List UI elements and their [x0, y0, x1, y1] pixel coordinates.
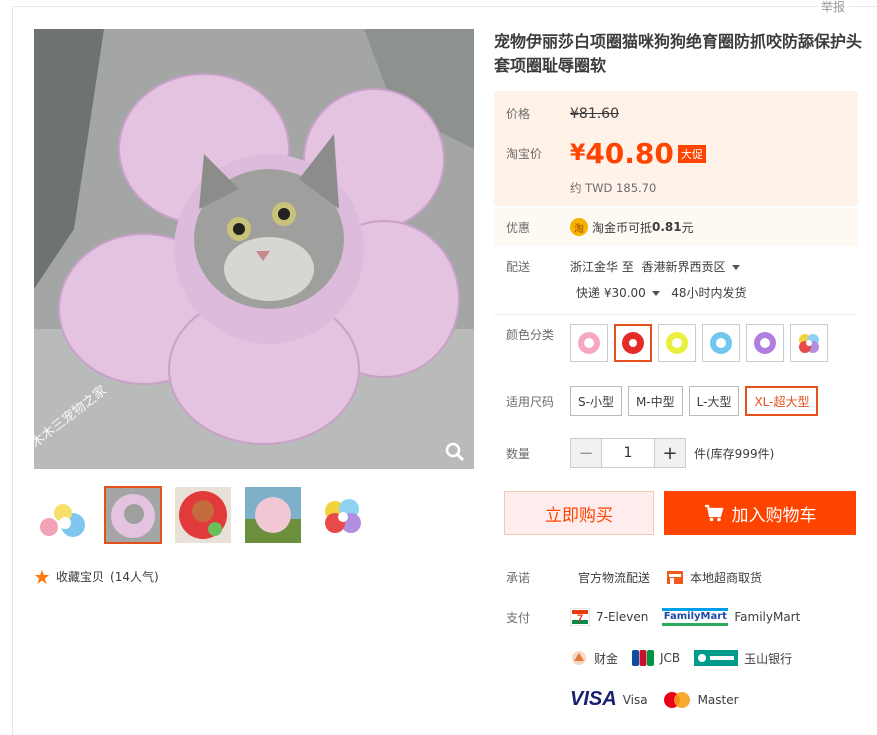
official-logistics: 官方物流配送 — [578, 570, 651, 585]
top-divider — [12, 6, 877, 7]
color-option-red[interactable] — [614, 324, 652, 362]
chevron-down-icon — [731, 265, 740, 270]
price-panel: 价格 ¥81.60 淘宝价 ¥ 40.80 大促 约 TWD 185.70 — [494, 91, 858, 206]
payment-label: 支付 — [506, 610, 531, 625]
left-divider — [12, 6, 13, 735]
payment-familymart: FamilyMart FamilyMart — [662, 608, 801, 626]
promo-badge: 大促 — [677, 144, 706, 163]
shipping-to-word: 至 — [621, 260, 634, 274]
caijin-logo — [572, 651, 586, 665]
size-row: 适用尺码 S-小型 M-中型 L-大型 XL-超大型 — [506, 386, 819, 416]
color-row: 颜色分类 — [506, 324, 828, 362]
approx-price: 约 TWD 185.70 — [570, 181, 657, 195]
jcb-logo — [632, 650, 655, 666]
cat-flower-collar-photo — [34, 29, 474, 469]
coupon-text: 淘金币可抵 — [592, 220, 653, 235]
report-link[interactable]: 举报 — [816, 0, 849, 15]
color-option-blue[interactable] — [702, 324, 740, 362]
increase-button[interactable]: + — [655, 439, 685, 467]
color-option-rainbow[interactable] — [790, 324, 828, 362]
taobao-price-label: 淘宝价 — [506, 147, 543, 161]
color-option-purple[interactable] — [746, 324, 784, 362]
current-price-row: 淘宝价 ¥ 40.80 大促 — [506, 137, 706, 170]
payment-master: Master — [662, 691, 739, 709]
coupon-row: 优惠 淘 淘金币可抵 0.81 元 — [494, 208, 858, 246]
svg-text:7: 7 — [577, 613, 583, 625]
shipping-method-row: 快递 ¥30.00 48小时内发货 — [576, 284, 747, 301]
color-label: 颜色分类 — [506, 328, 555, 342]
quantity-row: 数量 − 1 + 件(库存999件) — [506, 438, 774, 468]
promise-row: 承诺 官方物流配送 本地超商取货 — [506, 568, 778, 586]
mastercard-logo — [663, 691, 690, 708]
favorite-label: 收藏宝贝 — [56, 570, 105, 584]
zoom-icon[interactable] — [444, 441, 466, 463]
size-option-s[interactable]: S-小型 — [570, 386, 622, 416]
thumbnail-2[interactable] — [104, 486, 162, 544]
visa-logo: VISA — [570, 688, 617, 710]
taobao-coin-icon: 淘 — [570, 218, 588, 236]
main-product-image[interactable]: 木木三宠物之家 — [34, 29, 474, 469]
current-price: 40.80 — [585, 137, 674, 170]
coupon-label: 优惠 — [506, 220, 531, 235]
esun-bank-logo — [694, 650, 739, 666]
currency-symbol: ¥ — [570, 141, 586, 166]
color-option-yellow[interactable] — [658, 324, 696, 362]
thumbnail-5[interactable] — [314, 486, 372, 544]
size-options: S-小型 M-中型 L-大型 XL-超大型 — [570, 386, 819, 416]
product-title: 宠物伊丽莎白项圈猫咪狗狗绝育圈防抓咬防舔保护头套项圈耻辱圈软 — [494, 32, 863, 75]
color-swatches — [570, 324, 828, 362]
thumbnail-3[interactable] — [174, 486, 232, 544]
shipping-destination-select[interactable]: 香港新界西贡区 — [642, 258, 740, 275]
cart-icon — [704, 504, 723, 522]
payment-row-2: 财金 JCB 玉山银行 — [570, 649, 806, 667]
promise-label: 承诺 — [506, 570, 531, 585]
buy-now-button[interactable]: 立即购买 — [504, 491, 654, 535]
payment-caijin: 财金 — [570, 649, 618, 667]
quantity-stepper: − 1 + — [570, 438, 686, 468]
thumbnail-4[interactable] — [244, 486, 302, 544]
size-label: 适用尺码 — [506, 394, 555, 409]
add-to-cart-label: 加入购物车 — [731, 505, 817, 526]
shipping-time: 48小时内发货 — [671, 286, 747, 300]
approx-price-row: 约 TWD 185.70 — [570, 180, 656, 196]
familymart-logo: FamilyMart — [662, 608, 729, 626]
size-option-xl[interactable]: XL-超大型 — [745, 386, 819, 416]
payment-visa: VISA Visa — [570, 688, 648, 710]
size-option-m[interactable]: M-中型 — [627, 386, 683, 416]
star-icon — [35, 569, 49, 584]
shipping-row: 配送 浙江金华 至 香港新界西贡区 — [506, 258, 740, 275]
shipping-label: 配送 — [506, 260, 531, 274]
stock-info: 件(库存999件) — [694, 446, 775, 461]
quantity-label: 数量 — [506, 446, 531, 461]
coupon-amount: 0.81 — [652, 220, 682, 234]
coupon-unit: 元 — [681, 220, 694, 235]
thumbnail-strip — [34, 486, 372, 544]
quantity-input[interactable]: 1 — [601, 439, 655, 467]
decrease-button[interactable]: − — [571, 439, 601, 467]
favorite-item[interactable]: 收藏宝贝 (14人气) — [34, 568, 159, 585]
chevron-down-icon — [651, 291, 660, 296]
favorite-count: (14人气) — [110, 570, 159, 584]
store-icon — [667, 571, 684, 584]
color-option-pink[interactable] — [570, 324, 608, 362]
seven-eleven-logo: 7 — [570, 608, 590, 626]
shipping-method-select[interactable]: 快递 ¥30.00 — [576, 284, 660, 301]
store-pickup: 本地超商取货 — [666, 568, 762, 586]
payment-row-1: 支付 7 7-Eleven FamilyMart FamilyMart — [506, 608, 814, 626]
original-price-row: 价格 ¥81.60 — [506, 105, 619, 122]
shipping-from: 浙江金华 — [570, 260, 619, 274]
payment-jcb: JCB — [632, 650, 680, 666]
original-price: ¥81.60 — [570, 105, 619, 122]
payment-row-3: VISA Visa Master — [570, 688, 753, 711]
payment-seven-eleven: 7 7-Eleven — [570, 608, 648, 626]
thumbnail-1[interactable] — [34, 486, 92, 544]
payment-esun: 玉山银行 — [694, 650, 792, 667]
section-divider — [494, 314, 858, 315]
add-to-cart-button[interactable]: 加入购物车 — [664, 491, 856, 535]
size-option-l[interactable]: L-大型 — [688, 386, 740, 416]
price-label: 价格 — [506, 107, 531, 121]
